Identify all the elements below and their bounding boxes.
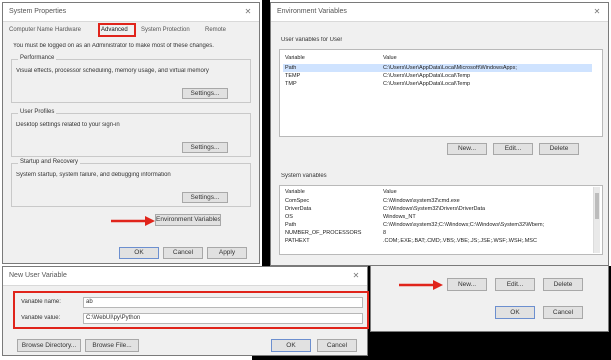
desktop-background-strip [262, 0, 270, 270]
user-variables-list: Variable Value Path C:\Users\User\AppDat… [279, 49, 603, 137]
variable-value: C:\Windows\system32\cmd.exe [383, 198, 460, 204]
variable-value: C:\Users\User\AppData\Local\Temp [383, 73, 471, 79]
user-delete-button[interactable]: Delete [539, 143, 579, 155]
variable-value: Windows_NT [383, 214, 416, 220]
startup-recovery-label: Startup and Recovery [18, 159, 81, 165]
new-variable-titlebar: New User Variable ✕ [3, 267, 367, 286]
environment-variables-button[interactable]: Environment Variables... [155, 214, 221, 226]
performance-label: Performance [18, 55, 57, 61]
user-edit-button[interactable]: Edit... [493, 143, 533, 155]
variable-name: TEMP [285, 73, 301, 79]
tab-system-protection[interactable]: System Protection [141, 25, 190, 35]
list-item[interactable]: Path C:\Users\User\AppData\Local\Microso… [283, 64, 592, 72]
tab-hardware[interactable]: Hardware [55, 25, 81, 35]
list-header: Variable Value [283, 188, 592, 196]
close-icon[interactable]: ✕ [349, 267, 363, 285]
tab-computer-name[interactable]: Computer Name [9, 25, 53, 35]
variable-name: OS [285, 214, 293, 220]
cancel-button[interactable]: Cancel [163, 247, 203, 259]
variable-name: DriverData [285, 206, 312, 212]
user-profiles-desc: Desktop settings related to your sign-in [16, 122, 120, 128]
user-profiles-settings-button[interactable]: Settings... [182, 142, 228, 153]
variable-column-header[interactable]: Variable [285, 188, 365, 196]
tab-remote[interactable]: Remote [205, 25, 226, 35]
variable-value-label: Variable value: [21, 315, 61, 321]
apply-button[interactable]: Apply [207, 247, 247, 259]
variable-value: C:\Windows\system32;C:\Windows;C:\Window… [383, 222, 545, 228]
system-new-button[interactable]: New... [447, 278, 487, 291]
list-item[interactable]: TMP C:\Users\User\AppData\Local\Temp [283, 80, 592, 88]
variable-name: NUMBER_OF_PROCESSORS [285, 230, 362, 236]
variable-name: PATHEXT [285, 238, 310, 244]
list-item[interactable]: OS Windows_NT [283, 213, 592, 221]
ok-button[interactable]: OK [119, 247, 159, 259]
variable-value-field[interactable]: C:\WebUI\py\Python [83, 313, 363, 324]
variable-name: Path [285, 65, 297, 71]
window-title: Environment Variables [277, 8, 347, 15]
system-variables-heading: System variables [281, 173, 327, 179]
scrollbar-thumb[interactable] [595, 193, 599, 219]
variable-name-label: Variable name: [21, 299, 61, 305]
variable-column-header[interactable]: Variable [285, 54, 365, 62]
arrow-to-env-button-icon [111, 216, 155, 226]
list-header: Variable Value [283, 54, 592, 62]
variable-name: Path [285, 222, 297, 228]
startup-recovery-desc: System startup, system failure, and debu… [16, 172, 171, 178]
user-profiles-group: User Profiles Desktop settings related t… [11, 109, 251, 157]
list-item[interactable]: NUMBER_OF_PROCESSORS 8 [283, 229, 592, 237]
list-item[interactable]: ComSpec C:\Windows\system32\cmd.exe [283, 197, 592, 205]
list-item[interactable]: Path C:\Windows\system32;C:\Windows;C:\W… [283, 221, 592, 229]
window-title: New User Variable [9, 272, 67, 279]
env-cancel-button[interactable]: Cancel [543, 306, 583, 319]
performance-group: Performance Visual effects, processor sc… [11, 55, 251, 103]
new-user-variable-dialog: New User Variable ✕ Variable name: ab Va… [2, 266, 369, 356]
new-ok-button[interactable]: OK [271, 339, 311, 352]
performance-desc: Visual effects, processor scheduling, me… [16, 68, 209, 74]
variable-value: C:\Users\User\AppData\Local\Microsoft\Wi… [383, 65, 517, 71]
variable-value: C:\Users\User\AppData\Local\Temp [383, 81, 471, 87]
arrow-to-new-button-icon [399, 280, 443, 290]
variable-value: C:\Windows\System32\Drivers\DriverData [383, 206, 486, 212]
system-variables-list: Variable Value ComSpec C:\Windows\system… [279, 185, 603, 255]
user-new-button[interactable]: New... [447, 143, 487, 155]
environment-variables-titlebar: Environment Variables ✕ [271, 3, 608, 22]
browse-file-button[interactable]: Browse File... [85, 339, 139, 352]
startup-recovery-settings-button[interactable]: Settings... [182, 192, 228, 203]
startup-recovery-group: Startup and Recovery System startup, sys… [11, 159, 251, 207]
variable-name-field[interactable]: ab [83, 297, 363, 308]
environment-variables-window: Environment Variables ✕ User variables f… [270, 2, 609, 266]
close-icon[interactable]: ✕ [241, 3, 255, 21]
system-properties-window: System Properties ✕ Computer Name Hardwa… [2, 2, 260, 264]
system-properties-titlebar: System Properties ✕ [3, 3, 259, 22]
user-variables-heading: User variables for User [281, 37, 343, 43]
list-item[interactable]: TEMP C:\Users\User\AppData\Local\Temp [283, 72, 592, 80]
value-column-header[interactable]: Value [383, 54, 592, 62]
variable-name: TMP [285, 81, 297, 87]
variable-value: .COM;.EXE;.BAT;.CMD;.VBS;.VBE;.JS;.JSE;.… [383, 238, 537, 244]
user-profiles-label: User Profiles [18, 109, 57, 115]
performance-settings-button[interactable]: Settings... [182, 88, 228, 99]
window-title: System Properties [9, 8, 67, 15]
new-cancel-button[interactable]: Cancel [317, 339, 357, 352]
env-ok-button[interactable]: OK [495, 306, 535, 319]
variable-value: 8 [383, 230, 387, 236]
system-edit-button[interactable]: Edit... [495, 278, 535, 291]
close-icon[interactable]: ✕ [590, 3, 604, 21]
variable-name: ComSpec [285, 198, 310, 204]
list-item[interactable]: DriverData C:\Windows\System32\Drivers\D… [283, 205, 592, 213]
advanced-tab-highlight [98, 23, 136, 37]
list-item[interactable]: PATHEXT .COM;.EXE;.BAT;.CMD;.VBS;.VBE;.J… [283, 237, 592, 245]
admin-note: You must be logged on as an Administrato… [13, 43, 214, 49]
system-list-scrollbar[interactable] [593, 187, 600, 253]
value-column-header[interactable]: Value [383, 188, 592, 196]
browse-directory-button[interactable]: Browse Directory... [17, 339, 81, 352]
environment-variables-button-bar: New... Edit... Delete OK Cancel [370, 266, 609, 332]
system-delete-button[interactable]: Delete [543, 278, 583, 291]
